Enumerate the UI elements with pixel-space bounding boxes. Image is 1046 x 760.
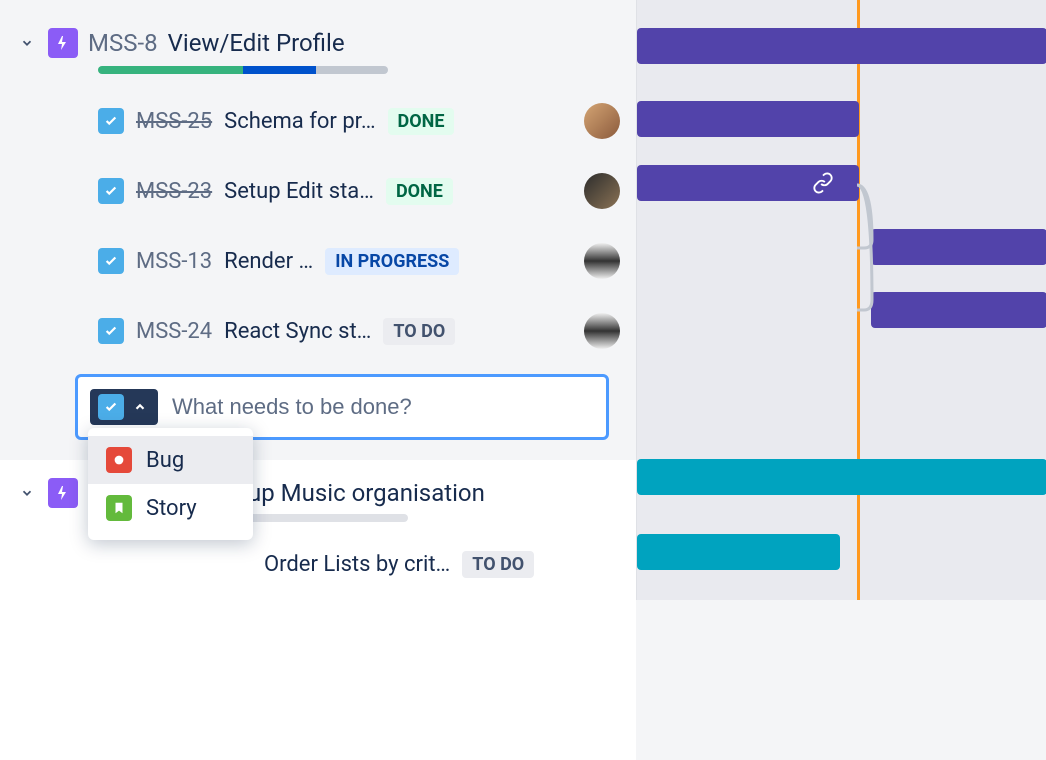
- task-row[interactable]: MSS-24 React Sync st… TO DO: [0, 296, 636, 366]
- story-icon: [106, 495, 132, 521]
- create-issue-input[interactable]: [172, 394, 594, 420]
- assignee-avatar[interactable]: [584, 103, 620, 139]
- timeline-bar-epic[interactable]: [637, 459, 1046, 495]
- task-type-icon: [98, 248, 124, 274]
- epic-row[interactable]: MSS-8 View/Edit Profile: [0, 0, 636, 58]
- link-icon[interactable]: [812, 172, 834, 194]
- epic-icon: [48, 28, 78, 58]
- assignee-avatar[interactable]: [584, 173, 620, 209]
- epic-title[interactable]: View/Edit Profile: [168, 29, 345, 57]
- assignee-avatar[interactable]: [584, 313, 620, 349]
- dropdown-item-label: Bug: [146, 448, 184, 473]
- status-badge[interactable]: DONE: [386, 178, 453, 205]
- dropdown-item-bug[interactable]: Bug: [88, 436, 253, 484]
- chevron-down-icon[interactable]: [16, 32, 38, 54]
- epic-key[interactable]: MSS-8: [88, 29, 158, 57]
- dropdown-item-story[interactable]: Story: [88, 484, 253, 532]
- task-row[interactable]: MSS-13 Render … IN PROGRESS: [0, 226, 636, 296]
- task-title[interactable]: Render …: [224, 249, 313, 274]
- issue-type-selector[interactable]: [90, 389, 158, 425]
- epic-progress-bar: [98, 66, 388, 74]
- task-type-icon: [98, 178, 124, 204]
- task-type-icon: [98, 318, 124, 344]
- chevron-up-icon: [130, 397, 150, 417]
- task-row[interactable]: MSS-25 Schema for pr… DONE: [0, 86, 636, 156]
- task-key[interactable]: MSS-24: [136, 319, 212, 344]
- dependency-line: [852, 180, 882, 320]
- issue-type-dropdown: Bug Story: [88, 428, 253, 540]
- status-badge[interactable]: TO DO: [383, 318, 455, 345]
- task-title[interactable]: Order Lists by crit…: [264, 552, 450, 577]
- task-row[interactable]: MSS-23 Setup Edit sta… DONE: [0, 156, 636, 226]
- status-badge[interactable]: IN PROGRESS: [325, 248, 459, 275]
- bug-icon: [106, 447, 132, 473]
- timeline-bar[interactable]: [637, 101, 859, 137]
- epic-title[interactable]: up Music organisation: [248, 479, 485, 507]
- task-type-icon: [98, 108, 124, 134]
- timeline-bar-epic[interactable]: [637, 28, 1046, 64]
- timeline-bar[interactable]: [637, 534, 840, 570]
- task-title[interactable]: Setup Edit sta…: [224, 179, 374, 204]
- dropdown-item-label: Story: [146, 496, 197, 521]
- timeline-panel[interactable]: [636, 0, 1046, 600]
- task-key[interactable]: MSS-23: [136, 179, 212, 204]
- timeline-bar[interactable]: [871, 292, 1046, 328]
- task-type-icon: [98, 394, 124, 420]
- status-badge[interactable]: DONE: [388, 108, 455, 135]
- task-title[interactable]: Schema for pr…: [224, 109, 375, 134]
- task-title[interactable]: React Sync st…: [224, 319, 371, 344]
- chevron-down-icon[interactable]: [16, 482, 38, 504]
- task-key[interactable]: MSS-25: [136, 109, 212, 134]
- timeline-bar[interactable]: [871, 229, 1046, 265]
- status-badge[interactable]: TO DO: [462, 551, 534, 578]
- task-row[interactable]: Order Lists by crit… TO DO: [0, 534, 636, 595]
- epic-icon: [48, 478, 78, 508]
- task-key[interactable]: MSS-13: [136, 249, 212, 274]
- assignee-avatar[interactable]: [584, 243, 620, 279]
- issue-list-panel: MSS-8 View/Edit Profile MSS-25 Schema fo…: [0, 0, 636, 600]
- timeline-bar[interactable]: [637, 165, 859, 201]
